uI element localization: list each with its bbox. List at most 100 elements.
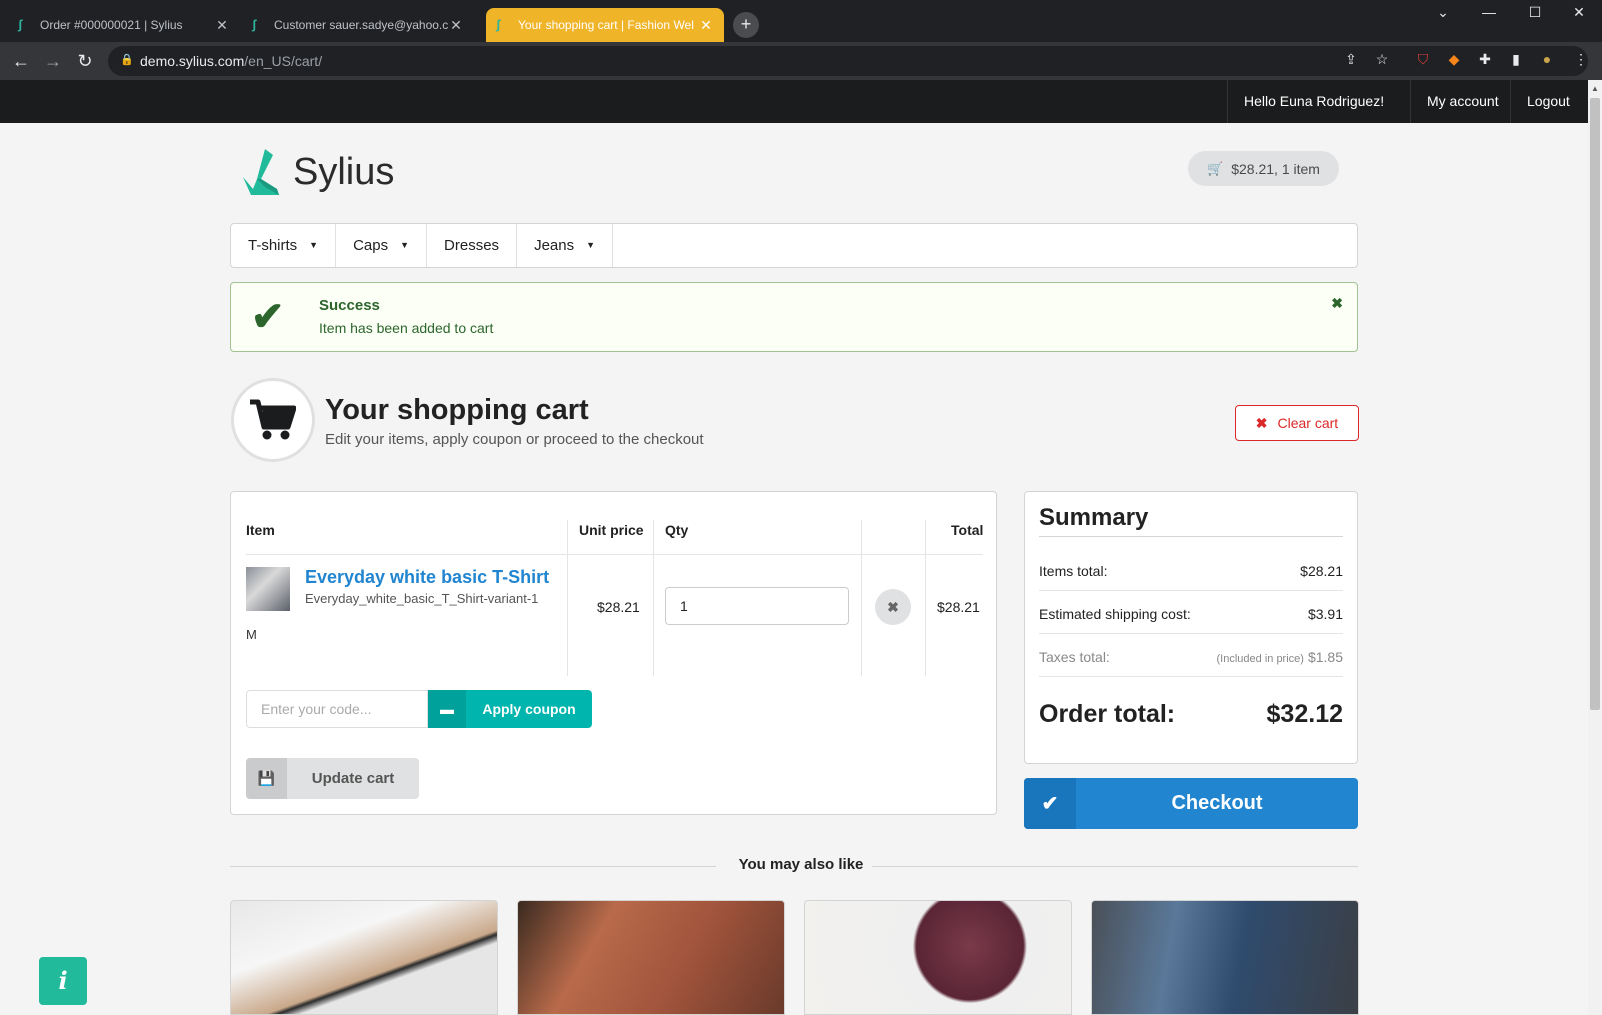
check-icon: ✔ <box>1024 778 1076 829</box>
section-divider <box>230 866 716 867</box>
shipping-row: Estimated shipping cost: $3.91 <box>1039 606 1343 622</box>
menu-item-caps[interactable]: Caps ▼ <box>336 224 428 267</box>
my-account-link[interactable]: My account <box>1410 80 1515 123</box>
browser-tab-bar: ʃ Order #000000021 | Sylius ✕ ʃ Customer… <box>0 0 1602 42</box>
row-divider <box>1039 590 1343 591</box>
logo-text: Sylius <box>293 150 395 193</box>
column-divider <box>653 520 654 676</box>
url-input[interactable]: 🔒 demo.sylius.com/en_US/cart/ <box>108 46 1588 76</box>
maximize-icon[interactable]: ☐ <box>1512 0 1558 26</box>
main-menu: T-shirts ▼ Caps ▼ Dresses Jeans ▼ <box>230 223 1358 268</box>
product-card[interactable] <box>517 900 785 1015</box>
scroll-up-icon[interactable]: ▲ <box>1591 84 1599 93</box>
extensions-puzzle-icon[interactable]: ✚ <box>1476 50 1494 68</box>
product-thumbnail[interactable] <box>246 567 290 611</box>
cart-items-segment: Item Unit price Qty Total Everyday white… <box>230 491 997 815</box>
taxes-label: Taxes total: <box>1039 649 1110 665</box>
close-tab-icon[interactable]: ✕ <box>698 17 714 34</box>
items-total-label: Items total: <box>1039 563 1108 579</box>
share-icon[interactable]: ⇪ <box>1342 50 1360 68</box>
site-top-bar: Hello Euna Rodriguez! My account Logout <box>0 80 1588 123</box>
caret-down-icon: ▼ <box>586 240 596 250</box>
table-header-divider <box>246 554 983 555</box>
row-divider <box>1039 633 1343 634</box>
checkout-label: Checkout <box>1171 792 1263 814</box>
row-total: $28.21 <box>937 599 980 615</box>
browser-tab-cart[interactable]: ʃ Your shopping cart | Fashion Wel ✕ <box>486 8 724 42</box>
section-divider <box>872 866 1358 867</box>
apply-coupon-button[interactable]: ▬ Apply coupon <box>428 690 592 728</box>
close-tab-icon[interactable]: ✕ <box>214 17 230 34</box>
taxes-note: (Included in price) <box>1216 653 1304 665</box>
apply-coupon-label: Apply coupon <box>482 701 576 717</box>
more-menu-icon[interactable]: ⋮ <box>1572 50 1590 68</box>
cart-icon: 🛒 <box>1207 160 1224 176</box>
sylius-logo-icon <box>243 149 279 195</box>
column-header-total: Total <box>951 522 984 538</box>
order-summary: Summary Items total: $28.21 Estimated sh… <box>1024 491 1358 764</box>
reload-icon[interactable]: ↻ <box>74 50 96 72</box>
checkmark-icon: ✔ <box>251 295 285 339</box>
sylius-favicon-icon: ʃ <box>18 17 23 32</box>
minimize-icon[interactable]: — <box>1466 0 1512 26</box>
taxes-row: Taxes total: (Included in price) $1.85 <box>1039 649 1343 665</box>
coupon-code-input[interactable]: Enter your code... <box>246 690 428 728</box>
items-total-value: $28.21 <box>1300 563 1343 579</box>
close-message-icon[interactable]: ✖ <box>1331 295 1343 312</box>
quantity-input[interactable]: 1 <box>665 587 849 625</box>
tab-title: Your shopping cart | Fashion Wel <box>518 18 694 32</box>
forward-icon[interactable]: → <box>42 50 64 72</box>
menu-item-label: Dresses <box>444 237 500 254</box>
column-divider <box>567 520 568 676</box>
order-total-value: $32.12 <box>1266 700 1343 728</box>
page-scrollbar[interactable]: ▲ <box>1588 80 1602 1015</box>
ublock-extension-icon[interactable]: ⛉ <box>1414 50 1432 68</box>
scrollbar-thumb[interactable] <box>1590 98 1600 710</box>
unit-price: $28.21 <box>597 599 640 615</box>
taxes-value: $1.85 <box>1307 649 1343 665</box>
browser-tab-order[interactable]: ʃ Order #000000021 | Sylius ✕ <box>8 8 240 42</box>
product-name-link[interactable]: Everyday white basic T-Shirt <box>305 567 549 588</box>
column-divider <box>925 520 926 676</box>
star-icon[interactable]: ☆ <box>1373 50 1391 68</box>
tab-title: Order #000000021 | Sylius <box>40 18 183 32</box>
clear-cart-button[interactable]: ✖ Clear cart <box>1235 405 1359 441</box>
back-icon[interactable]: ← <box>10 50 32 72</box>
page-subtitle: Edit your items, apply coupon or proceed… <box>325 431 704 448</box>
tab-search-icon[interactable]: ⌄ <box>1420 0 1466 26</box>
checkout-button[interactable]: ✔ Checkout <box>1024 778 1358 829</box>
menu-item-dresses[interactable]: Dresses <box>427 224 518 267</box>
site-logo[interactable]: Sylius <box>243 149 394 195</box>
items-total-row: Items total: $28.21 <box>1039 563 1343 579</box>
close-tab-icon[interactable]: ✕ <box>448 17 464 34</box>
menu-item-label: Caps <box>353 237 389 254</box>
metamask-extension-icon[interactable]: ◆ <box>1445 50 1463 68</box>
remove-item-button[interactable]: ✖ <box>875 589 911 625</box>
ticket-icon: ▬ <box>428 690 466 728</box>
cart-summary-button[interactable]: 🛒 $28.21, 1 item <box>1188 151 1339 186</box>
update-cart-button[interactable]: 💾 Update cart <box>246 758 419 799</box>
product-card[interactable] <box>1091 900 1359 1015</box>
caret-down-icon: ▼ <box>400 240 410 250</box>
info-icon[interactable]: i <box>39 957 87 1005</box>
column-header-qty: Qty <box>665 522 689 538</box>
cart-header-icon-circle <box>231 378 315 462</box>
success-text: Item has been added to cart <box>319 320 494 336</box>
profile-avatar-icon[interactable]: ● <box>1538 50 1556 68</box>
product-card[interactable] <box>230 900 498 1015</box>
menu-item-tshirts[interactable]: T-shirts ▼ <box>231 224 337 267</box>
side-panel-icon[interactable]: ▮ <box>1507 50 1525 68</box>
success-title: Success <box>319 297 380 314</box>
caret-down-icon: ▼ <box>309 240 319 250</box>
browser-tab-customer[interactable]: ʃ Customer sauer.sadye@yahoo.co ✕ <box>242 8 474 42</box>
product-card[interactable] <box>804 900 1072 1015</box>
logout-link[interactable]: Logout <box>1510 80 1586 123</box>
new-tab-button[interactable]: + <box>733 12 759 38</box>
url-host: demo.sylius.com <box>140 53 245 69</box>
column-header-item: Item <box>246 522 275 538</box>
tab-title: Customer sauer.sadye@yahoo.co <box>274 18 448 32</box>
close-window-icon[interactable]: ✕ <box>1556 0 1602 26</box>
menu-item-jeans[interactable]: Jeans ▼ <box>517 224 614 267</box>
shipping-value: $3.91 <box>1307 606 1343 622</box>
clear-cart-label: Clear cart <box>1277 415 1339 431</box>
